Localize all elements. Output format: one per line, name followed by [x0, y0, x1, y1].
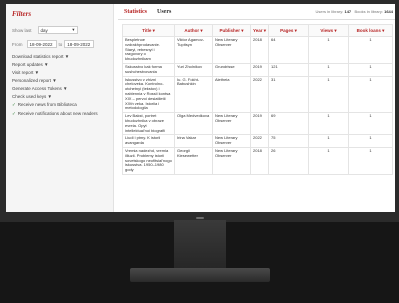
date-to-input[interactable]: 18-09-2022	[64, 40, 95, 48]
cell-year: 2018	[250, 146, 269, 175]
from-label: From	[12, 41, 23, 47]
monitor-stand-base	[130, 268, 270, 282]
tab-users[interactable]: Users	[157, 9, 171, 15]
cell-loans: 1	[348, 112, 393, 136]
col-loans-header[interactable]: Book loans ▾	[348, 24, 393, 37]
date-range-row: From 18-09-2022 to 18-09-2022	[12, 40, 113, 48]
books-count-value: 1644	[384, 9, 393, 14]
cell-views: 1	[308, 75, 349, 114]
to-label: to	[58, 41, 63, 47]
cell-author: Irina Vakar	[174, 134, 213, 148]
cell-publisher: Grundrisse	[212, 63, 251, 77]
cell-loans: 1	[348, 134, 393, 148]
library-counters: Users in library: 147 Books in library: …	[316, 9, 393, 14]
power-led	[196, 217, 204, 219]
cell-author: Yuri Zholnikov	[174, 63, 213, 77]
col-publisher-header[interactable]: Publisher ▾	[212, 24, 251, 37]
cell-year: 2018	[250, 36, 269, 64]
news-checkbox-label: Receive news from Biblioteca	[17, 102, 77, 107]
cell-loans: 1	[348, 36, 393, 64]
cell-pages: 75	[268, 134, 309, 148]
monitor-frame: Filters Show last day ▾ From 18-09-2022 …	[0, 0, 399, 222]
table-row[interactable]: Lev Bakst, portret khudozhnika v obraze …	[122, 112, 393, 136]
table-row[interactable]: Bespletnoe vzdrakhprodavanie. Staryi, re…	[122, 36, 393, 64]
tabs-bar: Statistics Users Users in library: 147 B…	[118, 4, 395, 20]
cell-loans: 1	[348, 75, 393, 114]
cell-year: 2022	[250, 75, 269, 114]
monitor-stand-neck	[174, 220, 226, 270]
cell-views: 1	[308, 146, 349, 175]
users-count-label: Users in library:	[315, 9, 344, 14]
cell-pages: 69	[268, 112, 309, 136]
date-to-value: 18-09-2022	[67, 41, 91, 47]
show-last-label: Show last	[12, 27, 32, 33]
cell-loans: 1	[348, 63, 393, 77]
cell-loans: 1	[348, 146, 393, 175]
cell-title: Liudi i ptmy. K istorii avangarda	[122, 134, 175, 148]
check-icon: ✓	[12, 111, 16, 116]
chevron-down-icon: ▾	[72, 27, 75, 32]
cell-views: 1	[308, 36, 349, 64]
check-keys-link[interactable]: Check used keys ▼	[12, 94, 113, 99]
personalized-report-link[interactable]: Personalized report ▼	[12, 78, 113, 83]
col-views-header[interactable]: Views ▾	[308, 24, 349, 37]
notifications-checkbox-label: Receive notifications about new readers	[17, 111, 98, 116]
tab-statistics[interactable]: Statistics	[124, 9, 147, 15]
notifications-checkbox[interactable]: ✓ Receive notifications about new reader…	[12, 111, 113, 117]
cell-title: Sskusstvo kak forma sushchestvovania	[122, 63, 175, 77]
cell-pages: 64	[268, 36, 309, 64]
generate-tokens-link[interactable]: Generate Access Tokens ▼	[12, 86, 113, 91]
period-value: day	[40, 27, 48, 33]
main-content: Statistics Users Users in library: 147 B…	[118, 4, 395, 212]
download-report-link[interactable]: Download statistics report ▼	[12, 54, 113, 59]
cell-author: Olga Medvedkova	[174, 112, 213, 136]
cell-publisher: New Literary Observer	[212, 36, 251, 64]
cell-author: Georgii Kiesewetter	[174, 146, 213, 175]
cell-publisher: New Literary Observer	[212, 146, 251, 175]
period-select[interactable]: day ▾	[37, 26, 78, 34]
news-checkbox[interactable]: ✓ Receive news from Biblioteca	[12, 102, 113, 108]
table-header-row: Title ▾ Author ▾ Publisher ▾ Year ▾ Page…	[122, 24, 393, 37]
cell-views: 1	[308, 63, 349, 77]
filters-sidebar: Filters Show last day ▾ From 18-09-2022 …	[6, 4, 114, 212]
cell-publisher: New Literary Observer	[212, 134, 251, 148]
cell-title: Bespletnoe vzdrakhprodavanie. Staryi, re…	[122, 36, 175, 64]
cell-pages: 31	[268, 75, 309, 114]
cell-year: 2019	[250, 63, 269, 77]
cell-title: Vremia nadezhd, vremia illiuzii. Problem…	[122, 146, 175, 175]
date-from-input[interactable]: 18-09-2022	[26, 40, 57, 48]
cell-title: Lev Bakst, portret khudozhnika v obraze …	[122, 112, 175, 136]
col-year-header[interactable]: Year ▾	[250, 24, 269, 37]
cell-title: Iskusstvo v zhizni cheloveka. Kontrolno-…	[122, 75, 175, 114]
date-from-value: 18-09-2022	[29, 41, 53, 47]
report-updates-link[interactable]: Report updates ▼	[12, 62, 113, 67]
screen: Filters Show last day ▾ From 18-09-2022 …	[6, 4, 395, 212]
cell-author: Iu. G. Fokht-Babushkin	[174, 75, 213, 114]
statistics-table: Title ▾ Author ▾ Publisher ▾ Year ▾ Page…	[122, 24, 393, 175]
check-icon: ✓	[12, 102, 16, 107]
col-pages-header[interactable]: Pages ▾	[268, 24, 309, 37]
users-count-value: 147	[344, 9, 352, 14]
table-row[interactable]: Iskusstvo v zhizni cheloveka. Kontrolno-…	[122, 75, 393, 114]
cell-pages: 26	[268, 146, 309, 175]
cell-pages: 121	[268, 63, 309, 77]
cell-year: 2019	[250, 112, 269, 136]
cell-author: Viktor Agamov-Tupitsyn	[174, 36, 213, 64]
books-count-label: Books in library:	[354, 9, 383, 14]
cell-views: 1	[308, 134, 349, 148]
table-row[interactable]: Liudi i ptmy. K istorii avangarda Irina …	[122, 134, 393, 148]
cell-publisher: Aletheia	[212, 75, 251, 114]
sidebar-title: Filters	[12, 10, 32, 18]
col-title-header[interactable]: Title ▾	[122, 24, 175, 37]
show-last-row: Show last day ▾	[12, 26, 113, 34]
visit-report-link[interactable]: Visit report ▼	[12, 70, 113, 75]
cell-year: 2022	[250, 134, 269, 148]
table-row[interactable]: Sskusstvo kak forma sushchestvovania Yur…	[122, 63, 393, 77]
cell-views: 1	[308, 112, 349, 136]
col-author-header[interactable]: Author ▾	[174, 24, 213, 37]
table-row[interactable]: Vremia nadezhd, vremia illiuzii. Problem…	[122, 146, 393, 175]
cell-publisher: New Literary Observer	[212, 112, 251, 136]
